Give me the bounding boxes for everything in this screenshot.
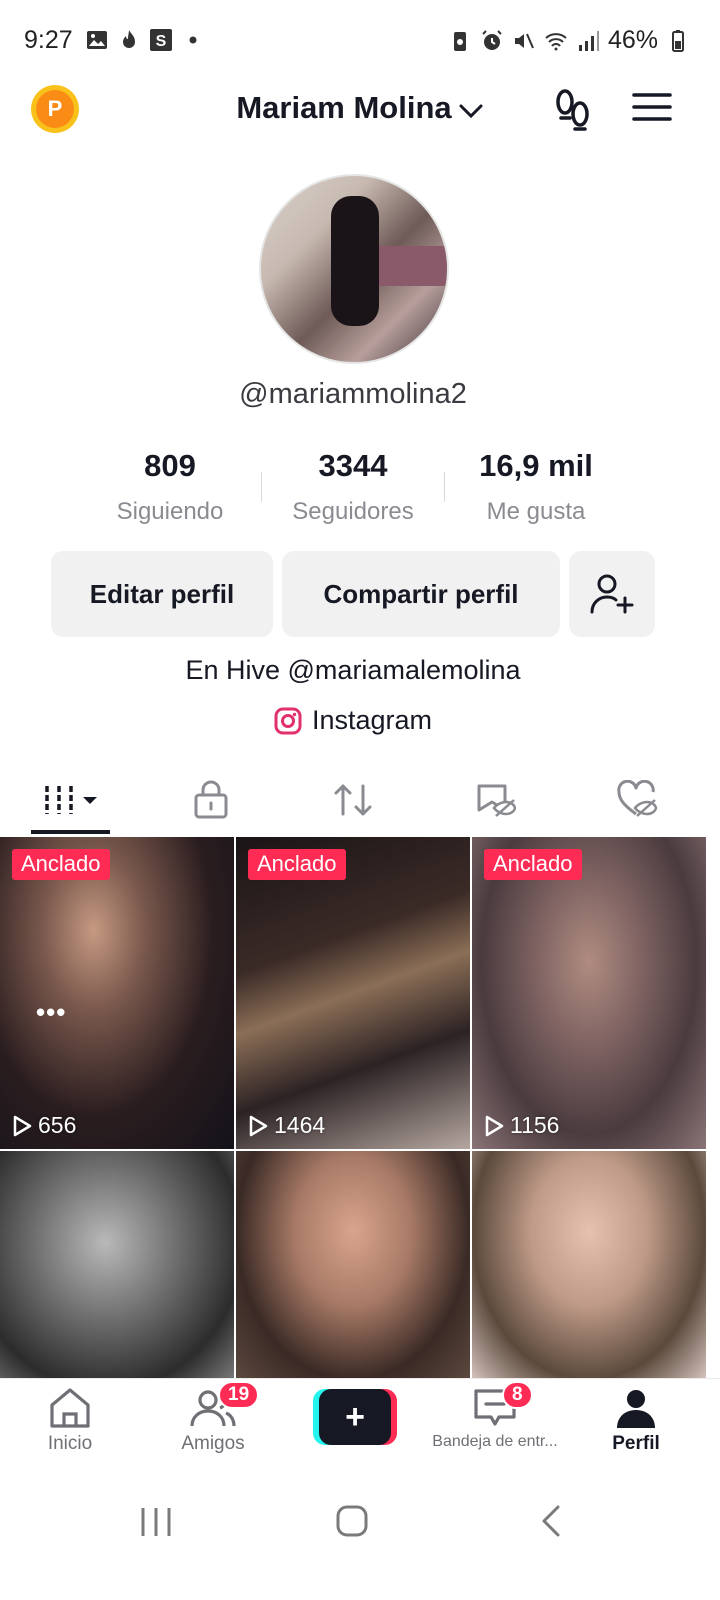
back-icon[interactable] [539, 1504, 563, 1538]
play-icon [13, 1115, 32, 1136]
battery-saver-icon [453, 31, 466, 51]
instagram-icon [274, 707, 302, 734]
s-app-icon: S [150, 29, 172, 51]
dot-icon [189, 36, 197, 44]
mute-icon [514, 33, 534, 48]
pinned-badge: Anclado [484, 849, 582, 880]
stat-followers-value: 3344 [318, 448, 388, 483]
instagram-label: Instagram [311, 705, 433, 735]
notification-icons: S [85, 28, 205, 52]
profile-stats: 809 Siguiendo 3344 Seguidores 16,9 mil M… [0, 448, 706, 526]
profile-header: P Mariam Molina [0, 80, 720, 140]
view-count: 1464 [248, 1112, 325, 1139]
plus-icon: + [319, 1389, 391, 1445]
home-icon [50, 1388, 90, 1428]
nav-profile[interactable]: Perfil [608, 1387, 664, 1455]
nav-inbox[interactable]: Bandeja de entr... 8 [427, 1381, 563, 1451]
stat-followers[interactable]: 3344 Seguidores [262, 448, 444, 526]
gallery-icon [87, 31, 107, 49]
stat-following-label: Siguiendo [116, 498, 224, 525]
repost-icon [334, 784, 372, 816]
menu-icon[interactable] [632, 92, 672, 122]
signal-icon [578, 30, 599, 51]
status-bar: 9:27 S 46% [0, 0, 720, 80]
stat-likes[interactable]: 16,9 mil Me gusta [445, 448, 627, 526]
battery-icon [672, 29, 684, 52]
add-friends-button[interactable] [569, 551, 655, 637]
recent-apps-icon[interactable] [139, 1506, 173, 1538]
stat-following-value: 809 [144, 448, 196, 483]
more-dots-icon: ••• [36, 997, 67, 1027]
video-thumbnail[interactable] [472, 1151, 706, 1381]
profile-bio: En Hive @mariamalemolina [185, 655, 521, 685]
svg-text:S: S [156, 33, 167, 50]
view-count-value: 1464 [274, 1112, 326, 1138]
system-navigation [0, 1478, 720, 1600]
pinned-badge: Anclado [12, 849, 110, 880]
profile-tabs [0, 770, 706, 836]
tab-liked[interactable] [597, 770, 677, 830]
view-count: 1156 [484, 1112, 559, 1139]
tab-private[interactable] [171, 770, 251, 830]
footprints-icon[interactable] [553, 88, 593, 132]
video-thumbnail[interactable]: Anclado 1156 [472, 837, 706, 1149]
lock-icon [194, 780, 228, 819]
chevron-down-icon [458, 92, 484, 128]
account-switcher[interactable]: Mariam Molina [0, 90, 720, 128]
play-icon [485, 1115, 504, 1136]
heart-hidden-icon [617, 780, 658, 817]
nav-home-label: Inicio [47, 1433, 93, 1454]
bottom-nav: Inicio Amigos 19 + Bandeja de entr... 8 … [0, 1378, 720, 1478]
view-count-value: 1156 [510, 1112, 560, 1138]
nav-friends-label: Amigos [181, 1433, 245, 1454]
inbox-badge: 8 [502, 1381, 533, 1409]
bookmark-hidden-icon [477, 784, 516, 817]
pinned-badge: Anclado [248, 849, 346, 880]
share-profile-button[interactable]: Compartir perfil [282, 551, 560, 637]
video-grid: Anclado ••• 656 Anclado 1464 Anclado 115… [0, 837, 706, 1381]
video-thumbnail[interactable]: Anclado ••• 656 [0, 837, 234, 1149]
video-thumbnail[interactable] [236, 1151, 470, 1381]
tab-reposts[interactable] [313, 770, 393, 830]
flame-icon [123, 30, 135, 48]
nav-home[interactable]: Inicio [40, 1387, 100, 1455]
add-user-icon [590, 574, 634, 614]
nav-profile-label: Perfil [612, 1433, 660, 1454]
tab-saved[interactable] [455, 770, 535, 830]
avatar-photo-bg [371, 246, 447, 286]
status-time: 9:27 [24, 26, 73, 54]
view-count-value: 656 [38, 1112, 77, 1138]
grid-videos-icon [45, 786, 97, 814]
active-tab-indicator [31, 830, 110, 834]
username: @mariammolina2 [239, 378, 467, 410]
friends-badge: 19 [218, 1381, 260, 1409]
nav-friends[interactable]: Amigos 19 [176, 1381, 260, 1455]
account-name: Mariam Molina [236, 90, 452, 125]
tab-videos[interactable] [31, 770, 111, 830]
avatar[interactable] [259, 174, 449, 364]
wifi-icon [545, 32, 567, 50]
edit-profile-button[interactable]: Editar perfil [51, 551, 273, 637]
status-right: 46% [448, 26, 690, 55]
stat-followers-label: Seguidores [292, 498, 414, 525]
stat-following[interactable]: 809 Siguiendo [79, 448, 261, 526]
alarm-icon [482, 29, 502, 50]
play-icon [249, 1115, 268, 1136]
stat-likes-value: 16,9 mil [479, 448, 593, 483]
view-count: 656 [12, 1112, 76, 1139]
video-thumbnail[interactable] [0, 1151, 234, 1381]
instagram-link[interactable]: Instagram [0, 705, 706, 736]
battery-percent: 46% [607, 26, 658, 54]
avatar-photo-figure [331, 196, 379, 326]
nav-inbox-label: Bandeja de entr... [432, 1433, 558, 1450]
create-button[interactable]: + [313, 1389, 397, 1445]
video-thumbnail[interactable]: Anclado 1464 [236, 837, 470, 1149]
home-button-icon[interactable] [335, 1504, 369, 1538]
stat-likes-label: Me gusta [486, 498, 586, 525]
profile-icon [617, 1390, 655, 1428]
